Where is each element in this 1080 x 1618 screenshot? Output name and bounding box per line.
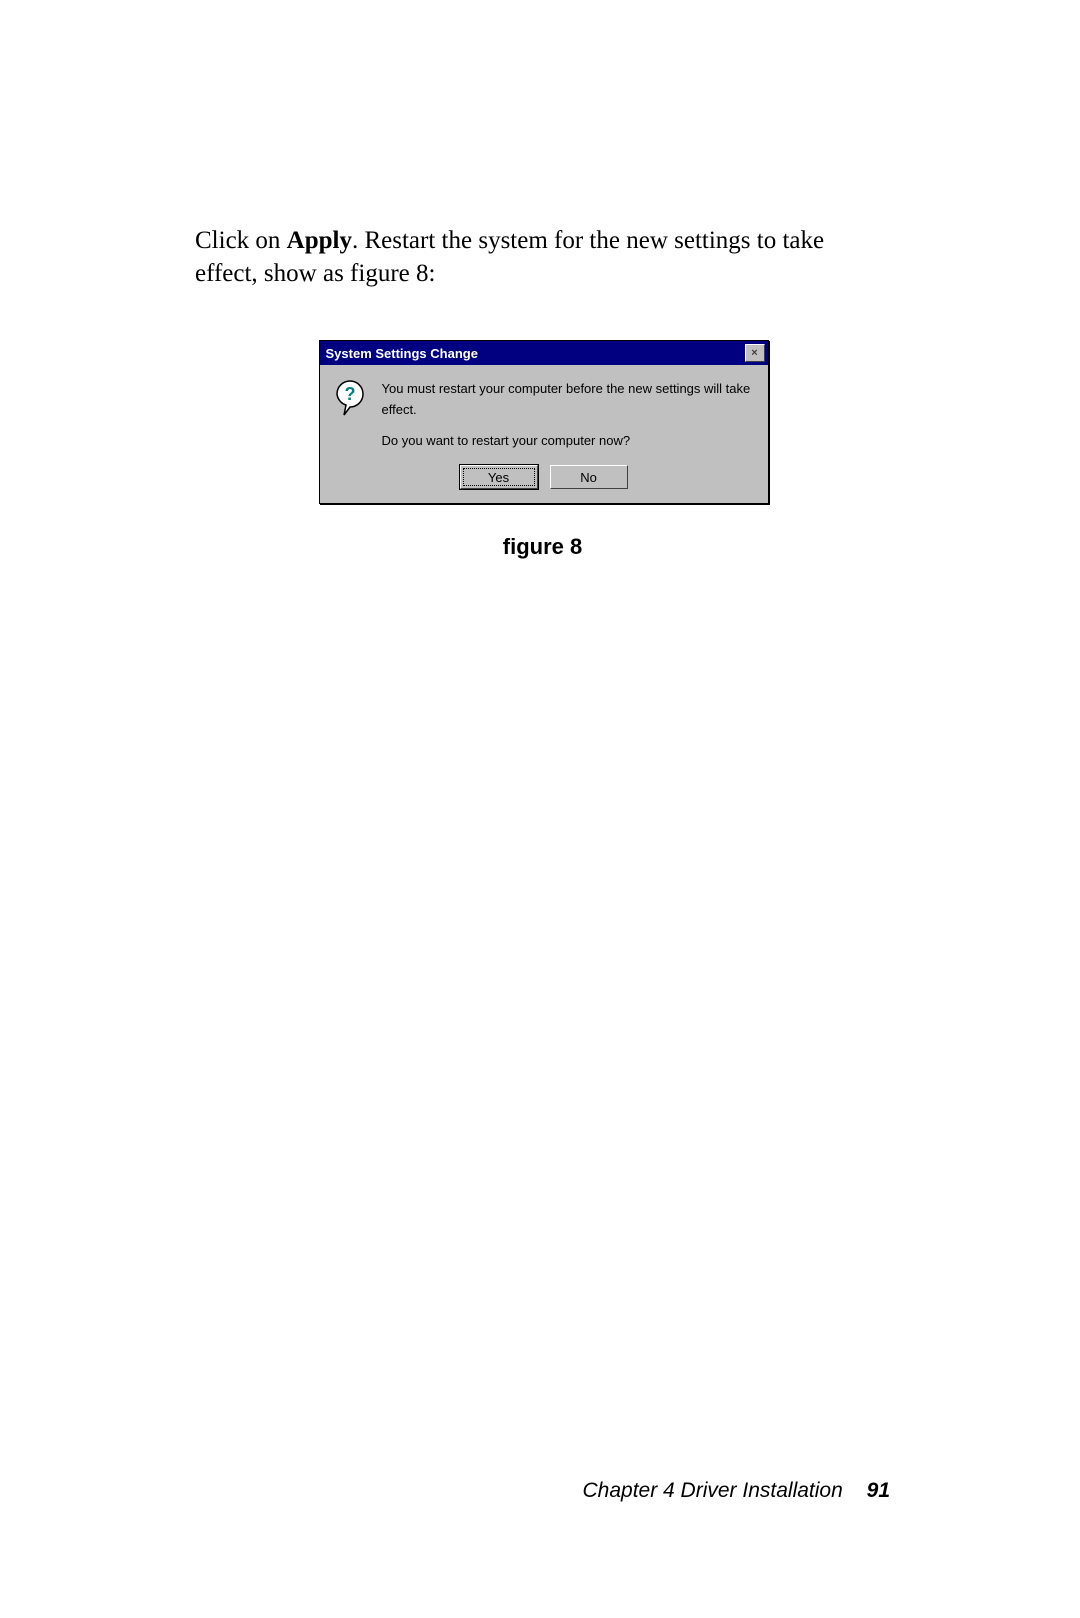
system-settings-change-dialog: System Settings Change × ? You must rest… bbox=[319, 340, 769, 504]
close-icon: × bbox=[751, 348, 757, 359]
dialog-titlebar: System Settings Change × bbox=[320, 341, 768, 365]
svg-text:?: ? bbox=[344, 384, 355, 404]
dialog-message: You must restart your computer before th… bbox=[382, 379, 754, 451]
footer-chapter: Chapter 4 Driver Installation bbox=[583, 1479, 843, 1502]
message-line-1: You must restart your computer before th… bbox=[382, 379, 754, 421]
figure-caption: figure 8 bbox=[319, 534, 767, 560]
no-button-label: No bbox=[580, 470, 597, 485]
question-icon: ? bbox=[334, 379, 368, 417]
instruction-pre: Click on bbox=[195, 227, 287, 254]
message-line-2: Do you want to restart your computer now… bbox=[382, 431, 754, 452]
dialog-title: System Settings Change bbox=[326, 346, 478, 361]
instruction-bold: Apply bbox=[287, 227, 352, 254]
yes-button[interactable]: Yes bbox=[460, 465, 538, 489]
page-footer: Chapter 4 Driver Installation 91 bbox=[583, 1479, 891, 1503]
yes-button-label: Yes bbox=[488, 470, 509, 485]
no-button[interactable]: No bbox=[550, 465, 628, 489]
footer-page-number: 91 bbox=[867, 1479, 890, 1502]
close-button[interactable]: × bbox=[745, 344, 765, 362]
instruction-paragraph: Click on Apply. Restart the system for t… bbox=[195, 225, 890, 290]
